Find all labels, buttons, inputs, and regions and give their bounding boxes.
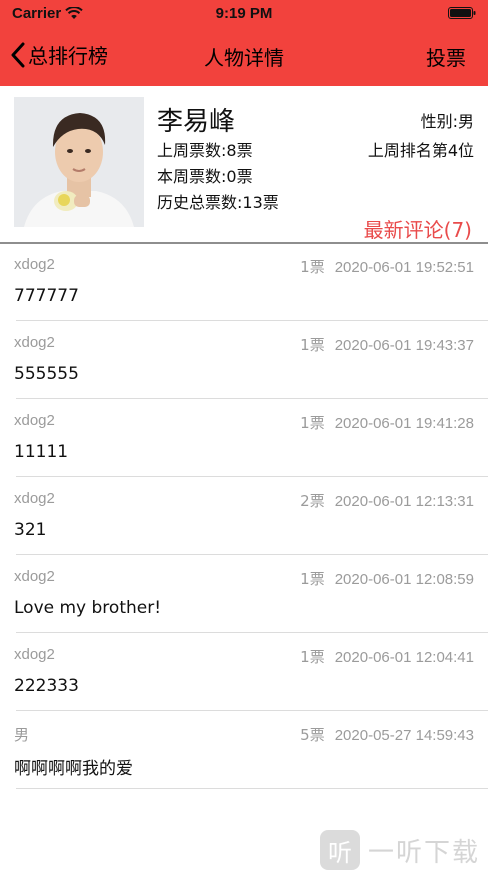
comment-user: xdog2 <box>14 490 55 507</box>
comment-text: Love my brother! <box>14 598 162 618</box>
comment-votes: 2票 <box>300 492 325 510</box>
latest-comments-link[interactable]: 最新评论(7) <box>364 214 472 243</box>
comment-item[interactable]: 男 5票 2020-05-27 14:59:43 啊啊啊啊我的爱 <box>0 711 488 789</box>
status-time: 9:19 PM <box>215 5 273 22</box>
back-label: 总排行榜 <box>28 44 108 68</box>
comment-user: xdog2 <box>14 568 55 585</box>
comment-divider <box>16 788 488 789</box>
comment-text: 321 <box>14 520 47 540</box>
comment-text: 777777 <box>14 286 79 306</box>
back-button[interactable]: 总排行榜 <box>10 40 108 69</box>
comment-date: 2020-06-01 12:04:41 <box>334 649 474 666</box>
comment-votes: 1票 <box>300 414 325 432</box>
comment-votes: 1票 <box>300 258 325 276</box>
comment-meta: 1票 2020-06-01 19:52:51 <box>300 256 474 277</box>
comment-votes: 1票 <box>300 570 325 588</box>
total-votes: 历史总票数:13票 <box>157 193 279 212</box>
gender-label: 性别:男 <box>420 112 474 131</box>
battery-icon <box>448 7 476 19</box>
comment-date: 2020-06-01 19:41:28 <box>334 415 474 432</box>
watermark-text: 一听下载 <box>367 837 480 868</box>
comment-list: xdog2 1票 2020-06-01 19:52:51 777777 xdog2… <box>0 243 488 789</box>
comment-text: 222333 <box>14 676 79 696</box>
comment-date: 2020-06-01 12:13:31 <box>334 493 474 510</box>
profile-card: 李易峰 性别:男 上周票数:8票 上周排名第4位 本周票数:0票 历史总票数:1… <box>0 86 488 244</box>
comment-votes: 1票 <box>300 648 325 666</box>
comment-user: xdog2 <box>14 256 55 273</box>
comment-meta: 1票 2020-06-01 12:04:41 <box>300 646 474 667</box>
this-week-votes: 本周票数:0票 <box>157 167 253 186</box>
comment-user: xdog2 <box>14 412 55 429</box>
comment-meta: 1票 2020-06-01 19:43:37 <box>300 334 474 355</box>
comment-user: xdog2 <box>14 646 55 663</box>
comment-date: 2020-05-27 14:59:43 <box>334 727 474 744</box>
comment-item[interactable]: xdog2 1票 2020-06-01 12:08:59 Love my brot… <box>0 555 488 633</box>
header-bar: Carrier 9:19 PM 总排行榜 人物详情 投票 <box>0 0 488 86</box>
comment-item[interactable]: xdog2 1票 2020-06-01 19:41:28 11111 <box>0 399 488 477</box>
comment-item[interactable]: xdog2 1票 2020-06-01 12:04:41 222333 <box>0 633 488 711</box>
person-name: 李易峰 <box>157 107 236 137</box>
watermark-logo-icon: 听 <box>319 830 360 870</box>
last-week-votes: 上周票数:8票 <box>157 141 253 160</box>
status-bar: Carrier 9:19 PM <box>0 0 488 28</box>
person-photo <box>14 97 144 227</box>
comment-item[interactable]: xdog2 2票 2020-06-01 12:13:31 321 <box>0 477 488 555</box>
comment-date: 2020-06-01 19:52:51 <box>334 259 474 276</box>
comment-user: xdog2 <box>14 334 55 351</box>
comment-text: 11111 <box>14 442 69 462</box>
chevron-left-icon <box>11 42 25 67</box>
navigation-bar: 总排行榜 人物详情 投票 <box>0 30 488 80</box>
watermark: 听 一听下载 <box>319 830 480 870</box>
comment-item[interactable]: xdog2 1票 2020-06-01 19:43:37 555555 <box>0 321 488 399</box>
comment-item[interactable]: xdog2 1票 2020-06-01 19:52:51 777777 <box>0 243 488 321</box>
comment-user: 男 <box>14 727 30 744</box>
comment-meta: 1票 2020-06-01 12:08:59 <box>300 568 474 589</box>
vote-button[interactable]: 投票 <box>426 42 466 71</box>
comment-text: 啊啊啊啊我的爱 <box>14 759 133 779</box>
comment-text: 555555 <box>14 364 79 384</box>
comment-votes: 5票 <box>300 726 325 744</box>
last-week-rank: 上周排名第4位 <box>367 141 474 160</box>
comment-meta: 5票 2020-05-27 14:59:43 <box>300 724 474 745</box>
comment-meta: 2票 2020-06-01 12:13:31 <box>300 490 474 511</box>
avatar <box>14 97 144 227</box>
comment-date: 2020-06-01 19:43:37 <box>334 337 474 354</box>
comment-votes: 1票 <box>300 336 325 354</box>
comment-meta: 1票 2020-06-01 19:41:28 <box>300 412 474 433</box>
comment-date: 2020-06-01 12:08:59 <box>334 571 474 588</box>
